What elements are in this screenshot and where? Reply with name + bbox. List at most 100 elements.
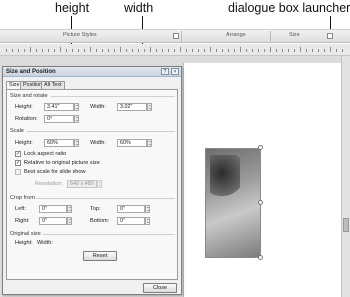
ruler-tick [204, 49, 205, 52]
ruler-tick [78, 49, 79, 52]
lock-aspect-checkbox[interactable]: ✓ [15, 151, 21, 157]
ruler-tick [126, 49, 127, 52]
crop-top-spinner[interactable] [145, 205, 150, 213]
scale-width-label: Width: [90, 140, 106, 146]
vertical-scrollbar[interactable] [341, 56, 350, 297]
ruler-tick [288, 49, 289, 52]
ruler-tick [60, 47, 61, 52]
ruler-tick [246, 49, 247, 52]
help-button[interactable]: ? [161, 68, 169, 75]
ruler-tick [102, 49, 103, 52]
selected-picture[interactable] [205, 148, 261, 258]
crop-right-spinner[interactable] [67, 217, 72, 225]
ruler-tick [330, 47, 331, 52]
width-spinner[interactable] [147, 103, 152, 111]
ruler-tick [186, 49, 187, 52]
reset-button[interactable]: Reset [83, 251, 117, 261]
ruler-tick [120, 47, 121, 52]
ruler-tick [300, 47, 301, 52]
scale-height-spinner[interactable] [74, 139, 79, 147]
ruler-tick [174, 49, 175, 52]
crop-bottom-spinner[interactable] [145, 217, 150, 225]
best-scale-checkbox[interactable] [15, 169, 21, 175]
scale-height-input[interactable]: 60% [44, 139, 74, 147]
ruler-tick [324, 49, 325, 52]
ribbon-separator [270, 31, 271, 42]
ruler-tick [312, 49, 313, 52]
crop-right-input[interactable]: 0" [39, 217, 67, 225]
ruler-tick [192, 49, 193, 52]
ruler-tick [318, 49, 319, 52]
best-scale-label: Best scale for slide show [24, 169, 86, 175]
dialog-titlebar[interactable]: Size and Position ? × [3, 67, 181, 77]
scrollbar-thumb[interactable] [343, 218, 349, 232]
picture-subject [210, 155, 240, 200]
ruler-tick [342, 49, 343, 52]
ruler-tick [24, 49, 25, 52]
ruler-tick [150, 47, 151, 52]
ruler-tick [42, 49, 43, 52]
section-scale: Scale [10, 128, 24, 134]
ruler-tick [240, 47, 241, 52]
rotation-spinner[interactable] [74, 115, 79, 123]
ribbon-group-arrange: Arrange [226, 32, 246, 38]
horizontal-ruler [0, 44, 350, 56]
crop-bottom-input[interactable]: 0" [117, 217, 145, 225]
ruler-tick [84, 49, 85, 52]
ruler-tick [336, 49, 337, 52]
ruler-tick [96, 49, 97, 52]
close-button[interactable]: Close [143, 283, 177, 293]
ribbon-group-size: Size [289, 32, 300, 38]
relative-original-checkbox[interactable]: ✓ [15, 160, 21, 166]
ruler-tick [6, 49, 7, 52]
ruler-tick [132, 49, 133, 52]
ruler-tick [138, 49, 139, 52]
scale-width-input[interactable]: 60% [117, 139, 147, 147]
ruler-tick [30, 47, 31, 52]
ruler-tick [108, 49, 109, 52]
resolution-select[interactable]: 640 x 480 [67, 180, 97, 188]
ruler-tick [258, 49, 259, 52]
crop-left-input[interactable]: 0" [39, 205, 67, 213]
ruler-tick [156, 49, 157, 52]
ruler-tick [234, 49, 235, 52]
ruler-tick [294, 49, 295, 52]
width-input[interactable]: 3.02" [117, 103, 147, 111]
tab-alt-text[interactable]: Alt Text [41, 81, 65, 89]
crop-top-input[interactable]: 0" [117, 205, 145, 213]
resolution-label: Resolution: [35, 181, 63, 187]
crop-left-spinner[interactable] [67, 205, 72, 213]
relative-original-label: Relative to original picture size [24, 160, 100, 166]
resize-handle[interactable] [258, 145, 263, 150]
size-and-position-dialog: Size and Position ? × Size Position Alt … [2, 66, 182, 295]
ruler-tick [162, 49, 163, 52]
resize-handle[interactable] [258, 255, 263, 260]
crop-right-label: Right: [15, 218, 30, 224]
height-input[interactable]: 3.41" [44, 103, 74, 111]
section-divider [36, 198, 175, 199]
resize-handle[interactable] [258, 200, 263, 205]
close-icon[interactable]: × [171, 68, 179, 75]
size-dialog-launcher-icon[interactable] [327, 33, 333, 39]
section-divider [51, 96, 175, 97]
picture-styles-launcher-icon[interactable] [173, 33, 179, 39]
ruler-tick [228, 49, 229, 52]
ruler-tick [270, 47, 271, 52]
ruler-tick [222, 49, 223, 52]
height-spinner[interactable] [74, 103, 79, 111]
crop-bottom-label: Bottom: [90, 218, 110, 224]
crop-left-label: Left: [15, 206, 26, 212]
resolution-dropdown-icon[interactable] [97, 180, 102, 188]
lock-aspect-label: Lock aspect ratio [24, 151, 67, 157]
scale-width-spinner[interactable] [147, 139, 152, 147]
ruler-tick [90, 47, 91, 52]
ribbon-separator [181, 31, 182, 42]
original-height-label: Height: [15, 240, 33, 246]
rotation-label: Rotation: [15, 116, 38, 122]
rotation-input[interactable]: 0° [44, 115, 74, 123]
crop-top-label: Top: [90, 206, 101, 212]
ribbon-group-picture-styles: Picture Styles [63, 32, 97, 38]
ruler-tick [276, 49, 277, 52]
section-size-and-rotate: Size and rotate [10, 93, 48, 99]
ruler-tick [12, 49, 13, 52]
